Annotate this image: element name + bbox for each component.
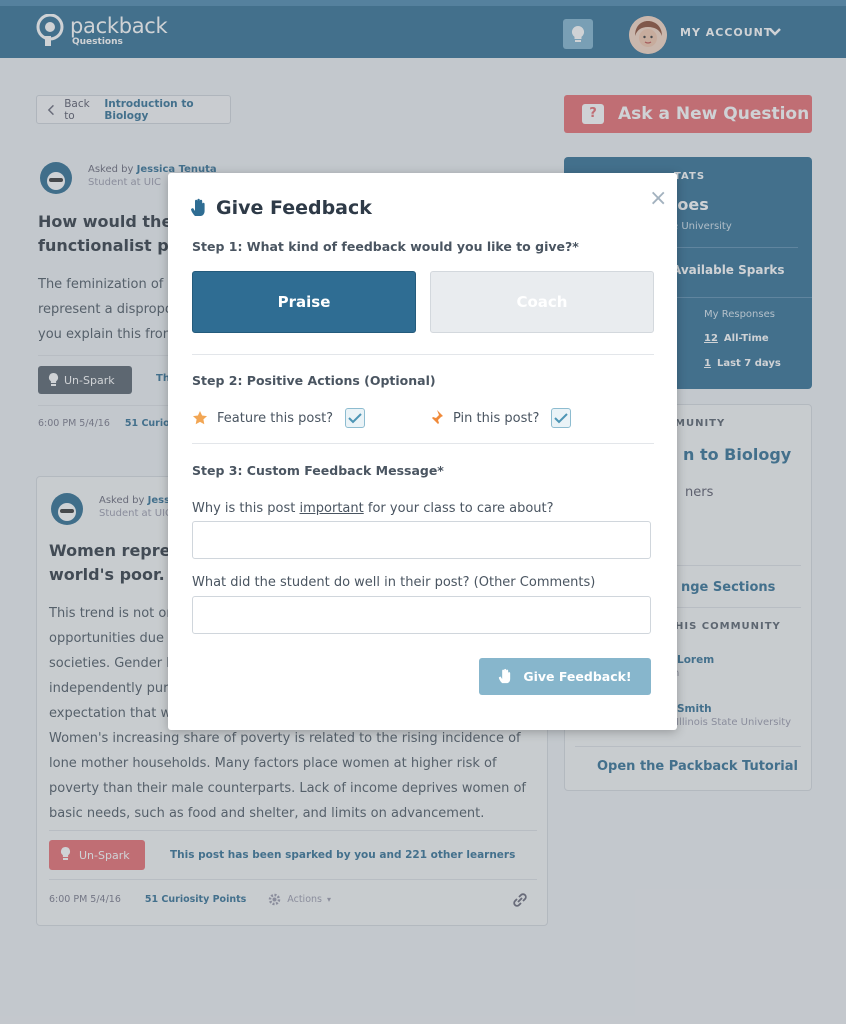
praise-button[interactable]: Praise (192, 271, 416, 333)
step3-label: Step 3: Custom Feedback Message* (192, 463, 444, 478)
comments-question-label: What did the student do well in their po… (192, 575, 596, 590)
feature-label: Feature this post? (217, 410, 334, 426)
check-icon (554, 413, 569, 424)
importance-question-label: Why is this post important for your clas… (192, 501, 554, 516)
hand-wave-icon (191, 198, 205, 216)
feature-checkbox[interactable] (345, 408, 366, 428)
importance-input[interactable] (192, 521, 651, 559)
star-icon (193, 411, 207, 425)
feature-post-option: Feature this post? (192, 408, 366, 428)
pin-post-option: Pin this post? (428, 408, 572, 428)
give-feedback-modal: Give Feedback × Step 1: What kind of fee… (168, 173, 677, 730)
label-text: for your class to care about? (363, 501, 554, 516)
give-feedback-submit-button[interactable]: Give Feedback! (479, 658, 651, 695)
label-text: Why is this post (192, 501, 300, 516)
pushpin-icon (430, 410, 443, 426)
coach-button[interactable]: Coach (430, 271, 654, 333)
pin-label: Pin this post? (453, 410, 540, 426)
modal-title: Give Feedback (190, 197, 372, 219)
divider (192, 443, 654, 444)
comments-input[interactable] (192, 596, 651, 634)
pin-checkbox[interactable] (551, 408, 572, 428)
modal-title-text: Give Feedback (216, 197, 372, 219)
step1-label: Step 1: What kind of feedback would you … (192, 239, 579, 254)
close-icon[interactable]: × (649, 188, 667, 210)
hand-wave-icon (499, 668, 511, 684)
divider (192, 354, 654, 355)
label-emphasis: important (299, 501, 364, 516)
check-icon (348, 413, 362, 424)
step2-label: Step 2: Positive Actions (Optional) (192, 373, 436, 388)
submit-label: Give Feedback! (523, 669, 632, 684)
